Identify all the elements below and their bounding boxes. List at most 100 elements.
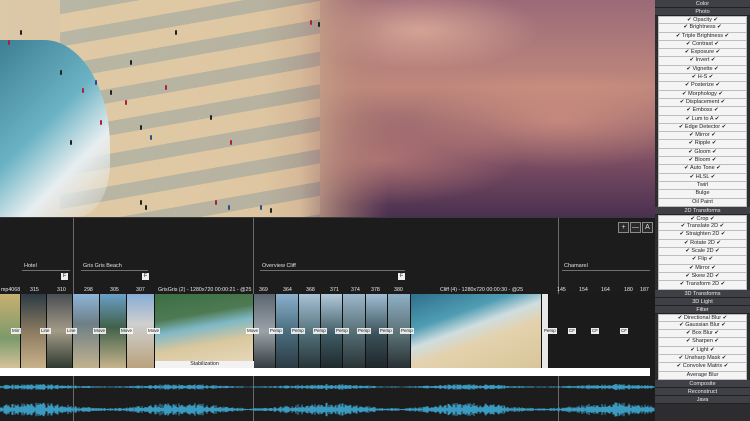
panel-section-3d-light[interactable]: 3D Light <box>655 297 750 306</box>
effect-tag[interactable]: Move <box>120 328 134 334</box>
photo-effect-item[interactable]: ✔ Edge Detector ✔ <box>658 123 747 133</box>
beach-person <box>125 100 127 105</box>
effect-tag[interactable]: Persp <box>400 328 414 334</box>
effect-tag[interactable]: Move <box>246 328 260 334</box>
photo-effect-item[interactable]: ✔ Bloom ✔ <box>658 157 747 166</box>
transform-2d-item[interactable]: ✔ Straighten 2D ✔ <box>658 231 747 240</box>
panel-section-2d-transforms[interactable]: 2D Transforms <box>655 206 750 215</box>
filter-item[interactable]: ✔ Convolve Matrix ✔ <box>658 363 747 372</box>
cut-marker[interactable]: CF <box>591 328 599 334</box>
clip-thumbnail-wide[interactable] <box>411 294 542 368</box>
track-marker[interactable]: F <box>398 273 405 280</box>
track-label[interactable]: Overview Cliff <box>262 263 296 269</box>
panel-section-filter[interactable]: Filter <box>655 305 750 314</box>
track-label[interactable]: Gris Gris Beach <box>83 263 122 269</box>
clip-thumbnail-strip[interactable]: Mirr Line Line Move Move Move Move Persp… <box>0 294 549 368</box>
panel-section-java[interactable]: Java <box>655 395 750 404</box>
track-label[interactable]: Chamarel <box>564 263 588 269</box>
photo-effect-item[interactable]: ✔ Invert ✔ <box>658 57 747 66</box>
photo-effect-item[interactable]: ✔ Mirror ✔ <box>658 132 747 141</box>
frame-number: 305 <box>110 287 119 293</box>
photo-effect-item[interactable]: ✔ Displacement ✔ <box>658 98 747 108</box>
transform-2d-item[interactable]: ✔ Translate 2D ✔ <box>658 223 747 232</box>
track-marker[interactable]: F <box>142 273 149 280</box>
beach-person <box>215 200 217 205</box>
transform-2d-item[interactable]: ✔ Crop ✔ <box>658 214 747 224</box>
zoom-out-button[interactable]: — <box>630 222 641 233</box>
frame-number: 369 <box>259 287 268 293</box>
filter-item[interactable]: ✔ Unsharp Mask ✔ <box>658 354 747 364</box>
cut-marker[interactable]: CF <box>620 328 628 334</box>
effect-tag[interactable]: Line <box>40 328 51 334</box>
transform-2d-item[interactable]: ✔ Mirror ✔ <box>658 264 747 273</box>
panel-section-reconstruct[interactable]: Reconstruct <box>655 387 750 396</box>
panel-section-color[interactable]: Color <box>655 0 750 8</box>
photo-effect-item[interactable]: ✔ Ripple ✔ <box>658 140 747 149</box>
photo-effect-item[interactable]: ✔ Gloom ✔ <box>658 148 747 158</box>
effect-tag[interactable]: Move <box>93 328 107 334</box>
transform-2d-item[interactable]: ✔ Scale 2D ✔ <box>658 248 747 257</box>
beach-person <box>60 70 62 75</box>
audio-waveform <box>0 402 655 417</box>
track-label[interactable]: Hotel <box>24 263 37 269</box>
photo-effect-item[interactable]: ✔ Auto Tone ✔ <box>658 165 747 174</box>
audio-track-1[interactable] <box>0 380 655 394</box>
panel-section-3d-transforms[interactable]: 3D Transforms <box>655 289 750 298</box>
effect-tag[interactable]: Persp <box>269 328 283 334</box>
frame-number: 374 <box>351 287 360 293</box>
photo-effect-item[interactable]: Twirl <box>658 181 747 191</box>
cut-marker[interactable]: CF <box>568 328 576 334</box>
audio-track-2[interactable] <box>0 398 655 421</box>
photo-effect-item[interactable]: ✔ Vignette ✔ <box>658 65 747 75</box>
clip-info: Cliff (4) - 1280x720 00:00:30 - @25 <box>440 287 524 293</box>
beach-person <box>230 140 232 145</box>
photo-effect-item[interactable]: ✔ H-S ✔ <box>658 74 747 83</box>
panel-section-photo[interactable]: Photo <box>655 8 750 16</box>
frame-number: 180 <box>624 287 633 293</box>
photo-effect-item[interactable]: ✔ Brightness ✔ <box>658 24 747 33</box>
transform-2d-item[interactable]: ✔ Rotate 2D ✔ <box>658 239 747 249</box>
photo-effect-item[interactable]: ✔ Morphology ✔ <box>658 90 747 99</box>
beach-person <box>318 22 320 27</box>
photo-effect-item[interactable]: ✔ Posterize ✔ <box>658 82 747 91</box>
photo-effect-item[interactable]: ✔ Lum to A ✔ <box>658 115 747 124</box>
transform-2d-item[interactable]: ✔ Skew 2D ✔ <box>658 272 747 282</box>
effect-tag[interactable]: Persp <box>313 328 327 334</box>
video-preview[interactable] <box>0 0 655 217</box>
photo-effect-item[interactable]: ✔ Exposure ✔ <box>658 49 747 58</box>
photo-effect-item[interactable]: ✔ Triple Brightness ✔ <box>658 32 747 41</box>
photo-effect-item[interactable]: Bulge <box>658 190 747 199</box>
effect-tag[interactable]: Line <box>66 328 77 334</box>
photo-effect-item[interactable]: ✔ Opacity ✔ <box>658 16 747 25</box>
auto-fit-button[interactable]: A <box>642 222 653 233</box>
beach-person <box>20 30 22 35</box>
beach-person <box>100 120 102 125</box>
track-marker[interactable]: F <box>61 273 68 280</box>
transform-2d-item[interactable]: ✔ Flip ✔ <box>658 256 747 265</box>
track-range <box>81 270 148 271</box>
filter-item[interactable]: ✔ Gaussian Blur ✔ <box>658 321 747 331</box>
photo-effect-item[interactable]: ✔ HLSL ✔ <box>658 173 747 182</box>
cut-marker[interactable]: Persp <box>543 328 557 334</box>
effect-tag[interactable]: Persp <box>291 328 305 334</box>
timeline-track-bar[interactable] <box>0 368 650 376</box>
transform-2d-item[interactable]: ✔ Transform 2D ✔ <box>658 281 747 290</box>
effect-tag[interactable]: Persp <box>379 328 393 334</box>
effect-tag[interactable]: Move <box>147 328 161 334</box>
photo-effect-item[interactable]: ✔ Contrast ✔ <box>658 40 747 50</box>
effect-tag[interactable]: Mirr <box>11 328 21 334</box>
stabilization-tag[interactable]: Stabilization <box>155 361 254 368</box>
panel-section-composite[interactable]: Composite <box>655 379 750 388</box>
filter-item[interactable]: ✔ Sharpen ✔ <box>658 338 747 347</box>
photo-effect-item[interactable]: ✔ Emboss ✔ <box>658 107 747 116</box>
beach-person <box>130 60 132 65</box>
effect-tag[interactable]: Persp <box>335 328 349 334</box>
effect-tag[interactable]: Persp <box>357 328 371 334</box>
zoom-in-button[interactable]: + <box>618 222 629 233</box>
filter-item[interactable]: ✔ Light ✔ <box>658 346 747 355</box>
clip-thumbnail-selected[interactable] <box>155 294 254 368</box>
filter-item[interactable]: Average Blur <box>658 371 747 380</box>
filter-item[interactable]: ✔ Directional Blur ✔ <box>658 313 747 322</box>
filter-item[interactable]: ✔ Box Blur ✔ <box>658 330 747 339</box>
photo-effect-item[interactable]: Oil Paint <box>658 198 747 207</box>
